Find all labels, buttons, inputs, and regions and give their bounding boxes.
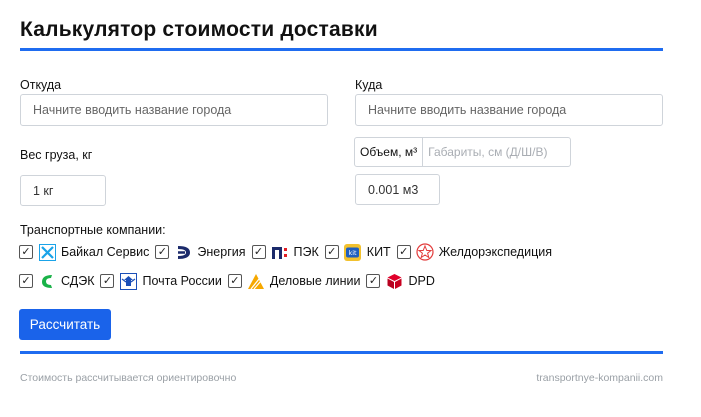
dpd-logo-icon <box>385 272 403 290</box>
company-energiya[interactable]: ✓ Энергия <box>155 243 246 261</box>
company-label-dpd: DPD <box>408 274 435 288</box>
cdek-logo-icon <box>38 272 56 290</box>
company-label-energiya: Энергия <box>197 245 246 259</box>
to-city-input[interactable]: Начните вводить название города <box>355 94 663 126</box>
from-city-placeholder: Начните вводить название города <box>33 103 232 117</box>
from-city-input[interactable]: Начните вводить название города <box>20 94 328 126</box>
company-label-baikal: Байкал Сервис <box>61 245 150 259</box>
checkbox-zheldor[interactable]: ✓ <box>396 245 411 259</box>
from-label: Откуда <box>20 78 62 92</box>
company-kit[interactable]: ✓ kit КИТ <box>324 243 391 261</box>
footer-site-link[interactable]: transportnye-kompanii.com <box>536 372 663 384</box>
company-zheldor[interactable]: ✓ Желдорэкспедиция <box>396 243 552 261</box>
checkbox-dpd[interactable]: ✓ <box>366 274 381 288</box>
calculate-button[interactable]: Рассчитать <box>19 309 111 340</box>
weight-value: 1 кг <box>33 183 54 198</box>
company-label-pochta: Почта России <box>142 274 222 288</box>
company-delovye[interactable]: ✓ Деловые линии <box>227 272 361 290</box>
volume-input[interactable]: 0.001 м3 <box>355 174 440 205</box>
company-label-delovye: Деловые линии <box>269 274 361 288</box>
checkbox-kit[interactable]: ✓ <box>324 245 339 259</box>
company-label-kit: КИТ <box>366 245 391 259</box>
companies-row-2: ✓ СДЭК ✓ Почта России ✓ Деловые линии ✓ <box>19 272 441 290</box>
page-title: Калькулятор стоимости доставки <box>20 18 378 41</box>
checkbox-pochta[interactable]: ✓ <box>100 274 115 288</box>
svg-text:kit: kit <box>349 249 358 257</box>
volume-value: 0.001 м3 <box>368 182 419 197</box>
dimensions-tab[interactable]: Габариты, см (Д/Ш/В) <box>423 138 552 166</box>
companies-row-1: ✓ Байкал Сервис ✓ Энергия ✓ ПЭК ✓ kit КИ… <box>19 243 558 261</box>
company-label-zheldor: Желдорэкспедиция <box>438 245 552 259</box>
company-cdek[interactable]: ✓ СДЭК <box>19 272 94 290</box>
baikal-logo-icon <box>38 243 56 261</box>
checkbox-cdek[interactable]: ✓ <box>19 274 33 288</box>
to-city-placeholder: Начните вводить название города <box>368 103 567 117</box>
volume-tab[interactable]: Объем, м³ <box>355 138 424 166</box>
delivery-calculator: Калькулятор стоимости доставки Откуда На… <box>0 0 701 417</box>
to-label: Куда <box>355 78 383 92</box>
company-label-cdek: СДЭК <box>61 274 95 288</box>
zheldor-logo-icon <box>416 243 434 261</box>
title-divider <box>20 48 663 51</box>
kit-logo-icon: kit <box>344 243 362 261</box>
checkbox-baikal[interactable]: ✓ <box>19 245 33 259</box>
footer-divider <box>20 351 663 354</box>
weight-input[interactable]: 1 кг <box>20 175 106 206</box>
delovye-logo-icon <box>247 272 265 290</box>
volume-mode-toggle: Объем, м³ Габариты, см (Д/Ш/В) <box>354 137 571 167</box>
weight-label: Вес груза, кг <box>20 148 93 162</box>
company-baikal[interactable]: ✓ Байкал Сервис <box>19 243 149 261</box>
company-pochta[interactable]: ✓ Почта России <box>100 272 222 290</box>
energiya-logo-icon <box>174 243 192 261</box>
company-label-pek: ПЭК <box>293 245 319 259</box>
checkbox-energiya[interactable]: ✓ <box>155 245 170 259</box>
footer-note: Стоимость рассчитывается ориентировочно <box>20 372 237 384</box>
companies-label: Транспортные компании: <box>20 223 166 237</box>
company-pek[interactable]: ✓ ПЭК <box>251 243 319 261</box>
company-dpd[interactable]: ✓ DPD <box>366 272 435 290</box>
pek-logo-icon <box>271 243 289 261</box>
pochta-logo-icon <box>119 272 137 290</box>
checkbox-pek[interactable]: ✓ <box>251 245 266 259</box>
checkbox-delovye[interactable]: ✓ <box>227 274 242 288</box>
